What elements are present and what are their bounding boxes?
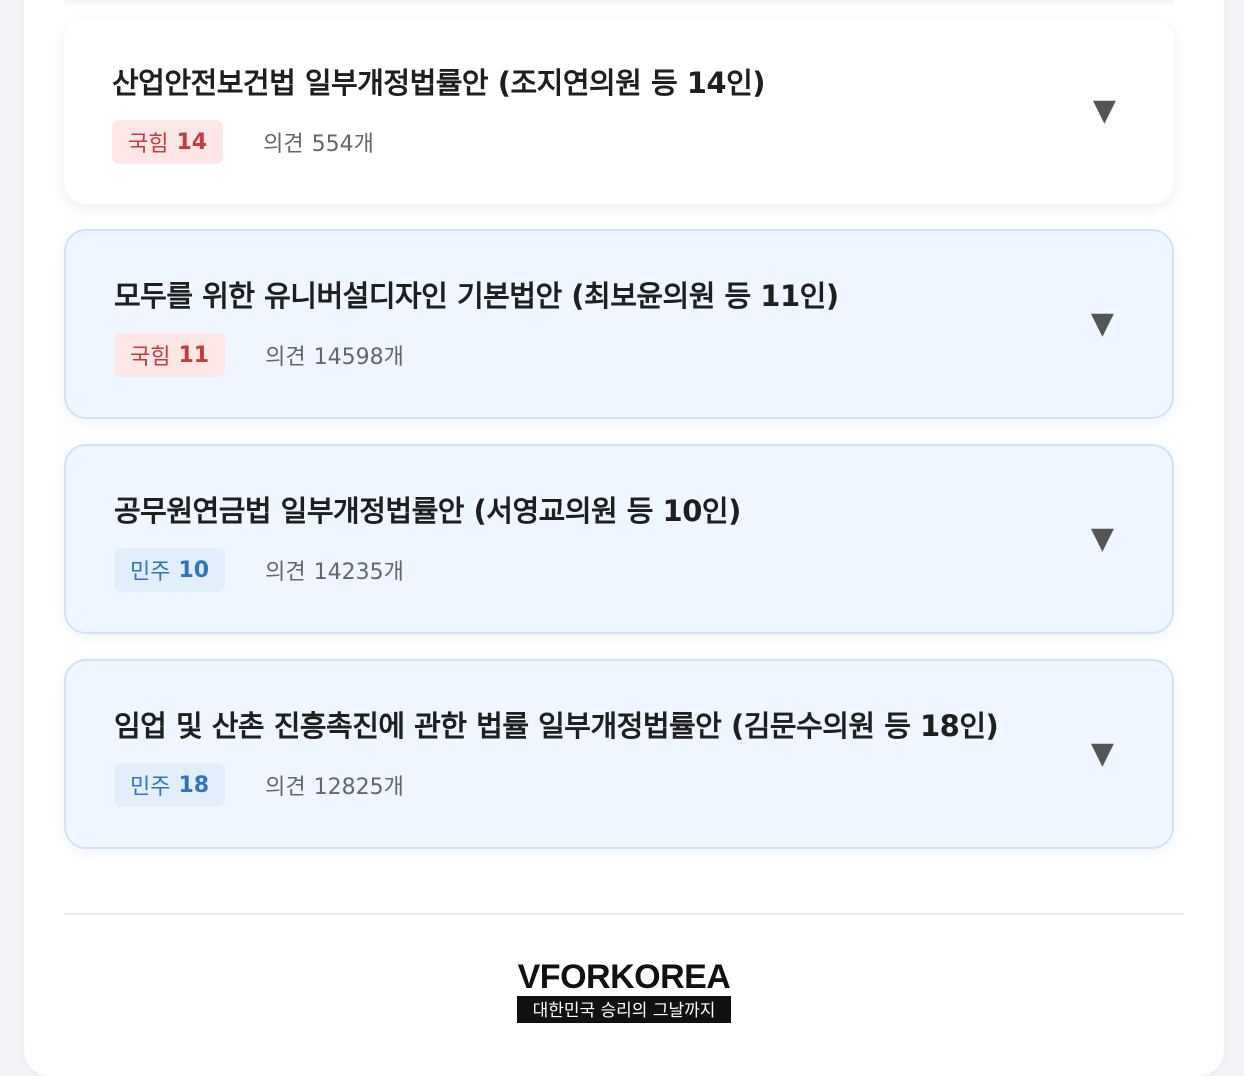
opinion-label: 의견 [265,345,306,370]
party-count: 18 [178,772,210,798]
party-count: 10 [178,557,210,583]
bill-card[interactable]: 산업안전보건법 일부개정법률안 (조지연의원 등 14인) 국힘 14 의견 5… [64,18,1174,204]
footer-divider [64,913,1184,915]
opinion-count: 의견 14598개 [265,339,404,371]
party-name: 국힘 [130,345,171,370]
opinion-value: 14598개 [313,345,404,370]
bill-title: 공무원연금법 일부개정법률안 (서영교의원 등 10인) [114,494,741,528]
chevron-down-icon[interactable]: ▼ [1091,739,1114,769]
footer-logo[interactable]: VFORKOREA 대한민국 승리의 그날까지 [517,958,731,1023]
bill-meta: 민주 18 의견 12825개 [114,763,404,807]
party-name: 국힘 [128,132,169,157]
chevron-down-icon[interactable]: ▼ [1093,96,1116,126]
bill-meta: 국힘 11 의견 14598개 [114,333,404,377]
previous-card-edge [64,0,1174,6]
opinion-count: 의견 14235개 [265,554,404,586]
party-badge: 국힘 11 [114,333,226,377]
opinion-value: 554개 [311,132,374,157]
opinion-count: 의견 12825개 [265,769,404,801]
party-count: 11 [178,342,210,368]
chevron-down-icon[interactable]: ▼ [1091,524,1114,554]
party-badge: 국힘 14 [112,120,224,164]
bill-meta: 민주 10 의견 14235개 [114,548,404,592]
party-name: 민주 [130,560,171,585]
opinion-label: 의견 [265,775,306,800]
party-count: 14 [176,129,208,155]
opinion-label: 의견 [265,560,306,585]
party-badge: 민주 10 [114,548,226,592]
bill-card[interactable]: 공무원연금법 일부개정법률안 (서영교의원 등 10인) 민주 10 의견 14… [64,444,1174,634]
logo-wordmark: VFORKOREA [517,958,731,999]
bill-title: 임업 및 산촌 진흥촉진에 관한 법률 일부개정법률안 (김문수의원 등 18인… [114,709,999,743]
opinion-label: 의견 [263,132,304,157]
bill-card[interactable]: 임업 및 산촌 진흥촉진에 관한 법률 일부개정법률안 (김문수의원 등 18인… [64,659,1174,849]
logo-tagline: 대한민국 승리의 그날까지 [517,999,731,1023]
chevron-down-icon[interactable]: ▼ [1091,309,1114,339]
bill-title: 모두를 위한 유니버설디자인 기본법안 (최보윤의원 등 11인) [114,279,839,313]
bill-card[interactable]: 모두를 위한 유니버설디자인 기본법안 (최보윤의원 등 11인) 국힘 11 … [64,229,1174,419]
opinion-value: 12825개 [313,775,404,800]
party-badge: 민주 18 [114,763,226,807]
opinion-count: 의견 554개 [263,126,374,158]
opinion-value: 14235개 [313,560,404,585]
party-name: 민주 [130,775,171,800]
bill-meta: 국힘 14 의견 554개 [112,120,374,164]
bill-title: 산업안전보건법 일부개정법률안 (조지연의원 등 14인) [112,66,766,100]
